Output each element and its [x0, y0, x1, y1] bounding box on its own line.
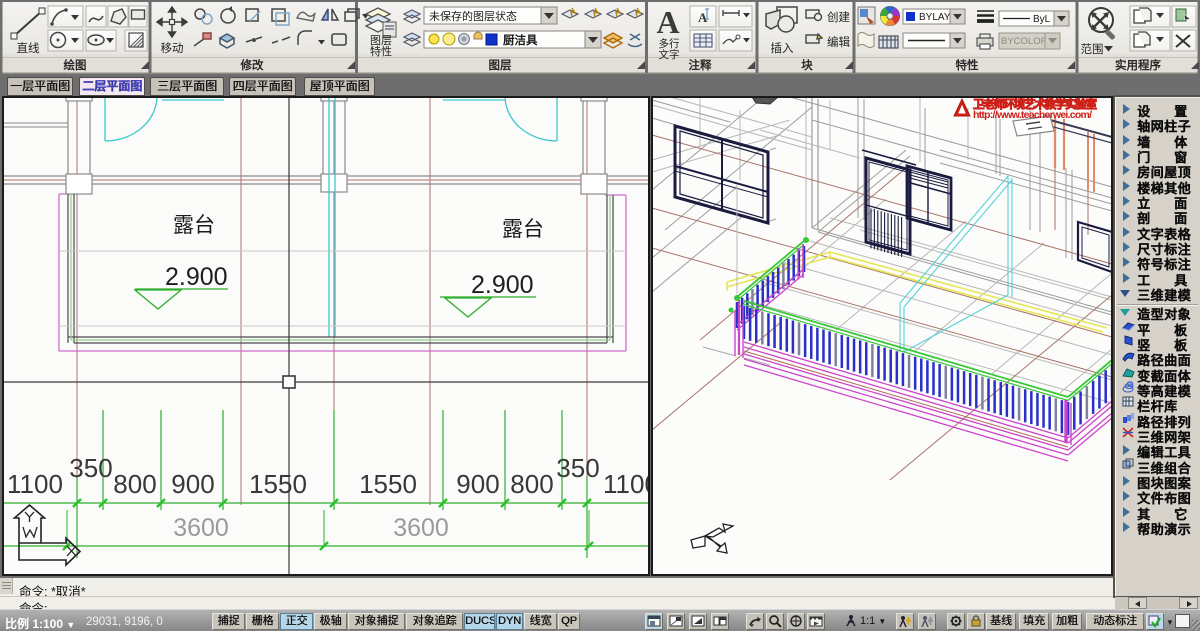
svg-text:修改: 修改: [240, 58, 264, 72]
svg-text:1100: 1100: [603, 469, 650, 499]
svg-text:特性: 特性: [956, 58, 979, 72]
svg-text:http://www.teacherwei.com/: http://www.teacherwei.com/: [973, 109, 1092, 121]
svg-text:插入: 插入: [771, 41, 794, 55]
svg-text:350: 350: [556, 453, 599, 483]
svg-text:露台: 露台: [173, 214, 215, 237]
svg-text:创建: 创建: [827, 10, 850, 24]
svg-text:2.900: 2.900: [471, 271, 534, 299]
svg-text:3600: 3600: [393, 514, 449, 542]
svg-text:1550: 1550: [249, 469, 307, 499]
svg-text:图层: 图层: [489, 58, 512, 72]
svg-text:2.900: 2.900: [165, 263, 228, 291]
svg-text:未保存的图层状态: 未保存的图层状态: [429, 9, 517, 23]
svg-text:ByL: ByL: [1033, 14, 1051, 25]
svg-text:移动: 移动: [161, 42, 184, 55]
svg-text:900: 900: [456, 469, 499, 499]
svg-text:范围: 范围: [1081, 42, 1104, 56]
svg-text:露台: 露台: [502, 218, 544, 241]
svg-text:3600: 3600: [173, 514, 229, 542]
svg-text:注释: 注释: [689, 58, 712, 72]
svg-text:块: 块: [801, 58, 813, 72]
svg-text:特性: 特性: [370, 44, 392, 58]
svg-text:直线: 直线: [17, 41, 40, 55]
svg-text:文字: 文字: [659, 48, 680, 61]
svg-text:绘图: 绘图: [64, 58, 87, 72]
svg-text:编辑: 编辑: [827, 35, 850, 49]
svg-text:实用程序: 实用程序: [1115, 58, 1161, 72]
svg-text:BYCOLOR: BYCOLOR: [1001, 36, 1048, 47]
svg-text:800: 800: [113, 469, 156, 499]
svg-text:900: 900: [171, 469, 214, 499]
svg-text:800: 800: [510, 469, 553, 499]
svg-text:1550: 1550: [359, 469, 417, 499]
svg-text:350: 350: [69, 453, 112, 483]
svg-text:A: A: [656, 4, 679, 40]
svg-text:1100: 1100: [7, 469, 63, 499]
svg-text:厨洁具: 厨洁具: [503, 33, 538, 47]
